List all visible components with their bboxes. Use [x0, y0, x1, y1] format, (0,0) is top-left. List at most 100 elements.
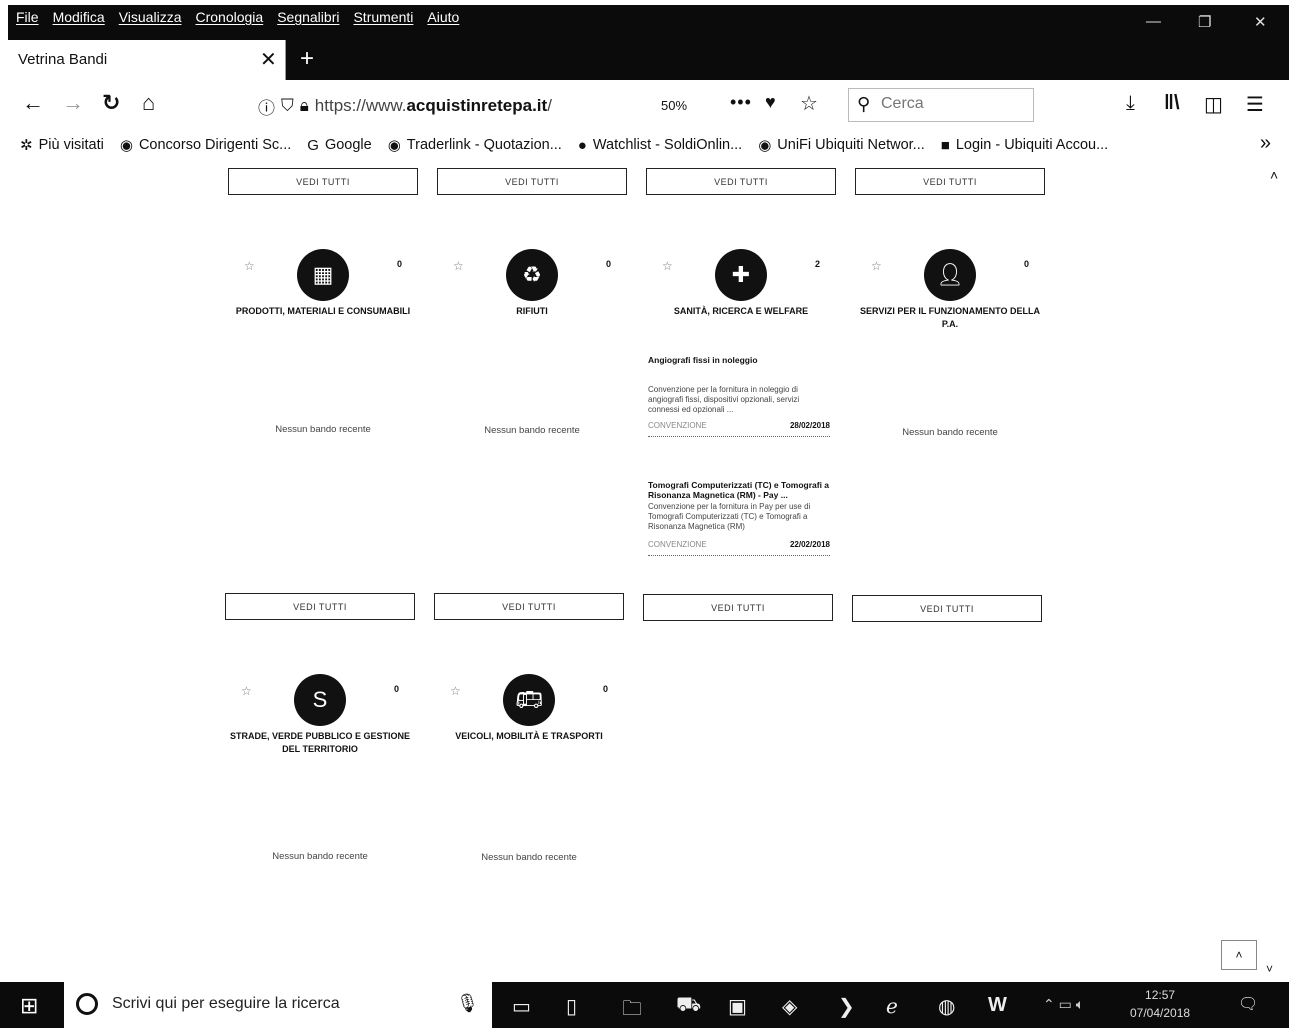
- more-bookmarks-icon[interactable]: »: [1260, 132, 1271, 155]
- menu-strumenti[interactable]: Strumenti: [353, 9, 413, 25]
- news-title[interactable]: Tomografi Computerizzati (TC) e Tomograf…: [648, 480, 830, 500]
- hamburger-menu-icon[interactable]: ☰: [1246, 92, 1264, 117]
- vedi-tutti-button[interactable]: VEDI TUTTI: [228, 168, 418, 195]
- news-item[interactable]: Tomografi Computerizzati (TC) e Tomograf…: [648, 480, 830, 556]
- vehicles-icon: 🚌︎: [503, 674, 555, 726]
- minimize-icon[interactable]: —: [1146, 13, 1161, 30]
- chrome-icon[interactable]: ◍: [938, 994, 955, 1019]
- file-explorer-icon[interactable]: 🗀: [622, 994, 642, 1028]
- bookmark-watchlist[interactable]: ● Watchlist - SoldiOnlin...: [578, 137, 742, 154]
- vedi-tutti-button[interactable]: VEDI TUTTI: [225, 593, 415, 620]
- menu-visualizza[interactable]: Visualizza: [119, 9, 182, 25]
- favorite-star-icon[interactable]: ☆: [241, 684, 252, 698]
- favorite-star-icon[interactable]: ☆: [450, 684, 461, 698]
- vedi-tutti-button[interactable]: VEDI TUTTI: [437, 168, 627, 195]
- news-item[interactable]: Angiografi fissi in noleggio Convenzione…: [648, 355, 830, 437]
- media-player-icon[interactable]: ▣: [728, 994, 747, 1019]
- bookmarks-toolbar: ✲ Più visitati ◉ Concorso Dirigenti Sc... …: [8, 132, 1289, 158]
- notifications-icon[interactable]: 🗨︎: [1238, 994, 1258, 1014]
- category-count: 0: [396, 259, 402, 269]
- square-icon: ■: [940, 136, 950, 154]
- vedi-tutti-button[interactable]: VEDI TUTTI: [646, 168, 836, 195]
- windows-start-icon[interactable]: ⊞: [20, 993, 38, 1019]
- no-recent-text: Nessun bando recente: [272, 851, 368, 862]
- library-icon[interactable]: ‖\: [1164, 92, 1180, 115]
- category-title: PRODOTTI, MATERIALI E CONSUMABILI: [235, 306, 411, 316]
- edge-browser-icon[interactable]: ℯ: [886, 994, 898, 1019]
- sidebar-icon[interactable]: ◫: [1204, 92, 1223, 117]
- globe-icon: ◉: [758, 137, 772, 154]
- microphone-icon[interactable]: 🎙︎: [456, 993, 479, 1014]
- favorite-star-icon[interactable]: ☆: [871, 259, 882, 273]
- favorite-star-icon[interactable]: ☆: [244, 259, 255, 273]
- bookmark-google[interactable]: G Google: [307, 137, 371, 154]
- shield-icon[interactable]: ⛉: [281, 96, 294, 116]
- news-date: 22/02/2018: [789, 540, 830, 549]
- download-icon[interactable]: ⤓: [1126, 92, 1135, 115]
- taskbar-search[interactable]: Scrivi qui per eseguire la ricerca 🎙︎: [64, 982, 492, 1028]
- home-button[interactable]: ⌂: [142, 92, 155, 114]
- taskbar-search-text[interactable]: Scrivi qui per eseguire la ricerca: [112, 995, 340, 1013]
- bookmark-traderlink[interactable]: ◉ Traderlink - Quotazion...: [388, 136, 562, 154]
- close-window-icon[interactable]: ✕: [1254, 13, 1267, 31]
- pocket-icon[interactable]: ♥: [765, 92, 776, 113]
- vedi-tutti-button[interactable]: VEDI TUTTI: [855, 168, 1045, 195]
- back-button[interactable]: ←: [22, 92, 44, 114]
- menu-modifica[interactable]: Modifica: [53, 9, 105, 25]
- category-count: 0: [605, 259, 611, 269]
- clock-date: 07/04/2018: [1130, 1006, 1191, 1020]
- cortana-icon[interactable]: [76, 993, 98, 1015]
- health-icon: ✚: [715, 249, 767, 301]
- google-icon: G: [307, 136, 319, 154]
- bookmark-piu-visitati[interactable]: ✲ Più visitati: [20, 136, 104, 154]
- category-title: STRADE, VERDE PUBBLICO E GESTIONE DEL TE…: [229, 731, 411, 754]
- menu-bar: File Modifica Visualizza Cronologia Segn…: [8, 5, 1289, 40]
- no-recent-text: Nessun bando recente: [275, 424, 371, 435]
- search-input[interactable]: [881, 95, 1021, 113]
- scroll-up-icon[interactable]: ˄: [1270, 167, 1278, 183]
- menu-segnalibri[interactable]: Segnalibri: [277, 9, 339, 25]
- gear-icon: ✲: [20, 137, 33, 154]
- store-icon[interactable]: ⛟: [676, 994, 701, 1019]
- url-text[interactable]: https://www.acquistinretepa.it/: [315, 96, 552, 116]
- search-icon: ⚲: [857, 94, 871, 114]
- system-tray-icons[interactable]: ⌃ ▭ 🔈︎: [1043, 996, 1084, 1013]
- favorite-star-icon[interactable]: ☆: [662, 259, 673, 273]
- clock[interactable]: 12:57 07/04/2018: [1130, 986, 1190, 1022]
- favorite-star-icon[interactable]: ☆: [453, 259, 464, 273]
- bookmark-concorso[interactable]: ◉ Concorso Dirigenti Sc...: [120, 136, 291, 154]
- vedi-tutti-button[interactable]: VEDI TUTTI: [434, 593, 624, 620]
- news-title[interactable]: Angiografi fissi in noleggio: [648, 355, 830, 365]
- vedi-tutti-button[interactable]: VEDI TUTTI: [643, 594, 833, 621]
- word-icon[interactable]: W: [988, 994, 1007, 1017]
- taskbar-app-icon[interactable]: ❯: [838, 994, 855, 1019]
- restore-icon[interactable]: ❐: [1198, 13, 1211, 31]
- services-icon: 👤︎: [924, 249, 976, 301]
- page-actions-icon[interactable]: •••: [730, 92, 752, 113]
- info-icon[interactable]: ⓘ: [258, 94, 275, 119]
- no-recent-text: Nessun bando recente: [481, 852, 577, 863]
- vedi-tutti-button[interactable]: VEDI TUTTI: [852, 595, 1042, 622]
- forward-button[interactable]: →: [62, 92, 84, 114]
- search-box[interactable]: ⚲: [848, 88, 1034, 122]
- bookmark-star-icon[interactable]: ☆: [800, 91, 818, 116]
- menu-file[interactable]: File: [16, 9, 39, 25]
- news-type: CONVENZIONE: [648, 540, 707, 549]
- menu-aiuto[interactable]: Aiuto: [427, 9, 459, 25]
- photos-icon[interactable]: ◈: [782, 994, 797, 1019]
- new-tab-icon[interactable]: +: [300, 45, 314, 73]
- bookmark-login-ubiquiti[interactable]: ■ Login - Ubiquiti Accou...: [941, 137, 1108, 154]
- circle-icon: ●: [577, 136, 587, 154]
- reload-button[interactable]: ↻: [102, 92, 120, 114]
- menu-cronologia[interactable]: Cronologia: [195, 9, 263, 25]
- tab-strip: Vetrina Bandi ✕ +: [8, 40, 1289, 80]
- bookmark-unifi[interactable]: ◉ UniFi Ubiquiti Networ...: [758, 136, 925, 154]
- chevron-down-icon[interactable]: ˅: [1266, 962, 1273, 972]
- category-count: 0: [393, 684, 399, 694]
- tab-vetrina-bandi[interactable]: Vetrina Bandi ✕: [8, 40, 286, 80]
- task-view-icon[interactable]: ▭: [512, 994, 531, 1019]
- zoom-level[interactable]: 50%: [661, 98, 687, 113]
- close-tab-icon[interactable]: ✕: [260, 47, 277, 72]
- scroll-to-top-button[interactable]: ˄: [1221, 940, 1257, 970]
- taskbar-app-icon[interactable]: ▯: [566, 994, 577, 1019]
